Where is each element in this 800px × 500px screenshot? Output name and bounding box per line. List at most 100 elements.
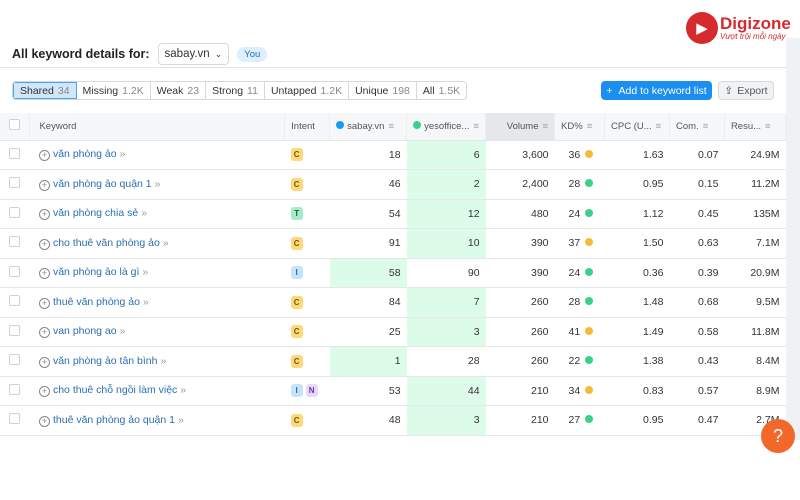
row-select — [0, 346, 30, 377]
add-circle-icon[interactable]: + — [38, 386, 50, 398]
keyword-link[interactable]: van phong ao — [53, 325, 117, 337]
add-to-keyword-list-button[interactable]: + Add to keyword list — [601, 81, 712, 100]
add-circle-icon[interactable]: + — [38, 415, 50, 427]
col-cpc[interactable]: CPC (U... ≡ — [604, 113, 670, 141]
add-circle-icon[interactable]: + — [38, 268, 50, 280]
row-checkbox[interactable] — [9, 295, 21, 307]
scrollbar-track[interactable] — [786, 38, 800, 440]
keyword-link[interactable]: cho thuê chỗ ngồi làm việc — [53, 384, 177, 396]
results-cell: 7.1M — [724, 228, 786, 259]
tab-unique[interactable]: Unique 198 — [349, 82, 417, 99]
add-circle-icon[interactable]: + — [38, 297, 50, 309]
results-cell: 11.8M — [724, 317, 786, 347]
intent-cell: C — [284, 140, 330, 170]
tab-strong[interactable]: Strong 11 — [206, 82, 265, 99]
row-checkbox[interactable] — [9, 177, 21, 189]
chevron-double-right-icon[interactable]: » — [143, 296, 149, 308]
sabay-position: 25 — [329, 317, 407, 347]
intent-badge: C — [290, 177, 303, 191]
row-checkbox[interactable] — [9, 354, 21, 366]
chevron-double-right-icon[interactable]: » — [120, 148, 126, 160]
chevron-double-right-icon[interactable]: » — [180, 384, 186, 396]
tab-count: 1.2K — [122, 84, 144, 97]
chevron-double-right-icon[interactable]: » — [163, 237, 169, 249]
tab-shared[interactable]: Shared 34 — [13, 82, 77, 99]
yesoffice-position: 44 — [406, 376, 486, 406]
kd-dot-icon — [585, 297, 594, 306]
chevron-double-right-icon[interactable]: » — [142, 266, 148, 278]
row-checkbox[interactable] — [9, 265, 21, 277]
row-checkbox[interactable] — [9, 413, 21, 425]
tab-missing[interactable]: Missing 1.2K — [77, 82, 151, 99]
chevron-double-right-icon[interactable]: » — [120, 325, 126, 337]
row-select — [0, 287, 30, 318]
col-volume[interactable]: Volume ≡ — [485, 113, 556, 141]
chevron-double-right-icon[interactable]: » — [141, 207, 147, 219]
keyword-link[interactable]: cho thuê văn phòng ảo — [53, 237, 160, 249]
volume-cell: 390 — [485, 228, 555, 259]
row-checkbox[interactable] — [9, 236, 21, 248]
col-com[interactable]: Com. ≡ — [669, 113, 725, 141]
kd-cell: 27 — [554, 405, 605, 436]
sort-icon: ≡ — [542, 120, 549, 132]
col-sabay[interactable]: sabay.vn ≡ — [329, 113, 408, 141]
tab-weak[interactable]: Weak 23 — [151, 82, 207, 99]
sabay-position: 84 — [329, 287, 407, 318]
keyword-link[interactable]: văn phòng chia sẻ — [53, 207, 138, 219]
digizone-logo: ▶ Digizone Vượt trội mỗi ngày — [686, 12, 791, 44]
com-cell: 0.58 — [669, 317, 725, 347]
col-keyword[interactable]: Keyword — [29, 113, 286, 141]
row-checkbox[interactable] — [9, 206, 21, 218]
volume-cell: 260 — [485, 287, 555, 318]
row-checkbox[interactable] — [9, 147, 21, 159]
cpc-cell: 0.95 — [604, 169, 670, 200]
table-row: + cho thuê văn phòng ảo» C 91 10 390 37 1… — [0, 228, 786, 259]
keyword-link[interactable]: văn phòng ảo tân bình — [53, 355, 158, 367]
col-kd[interactable]: KD% ≡ — [554, 113, 605, 141]
keyword-link[interactable]: thuê văn phòng ảo quận 1 — [53, 414, 175, 426]
table-row: + văn phòng ảo là gì» I 58 90 390 24 0.36… — [0, 258, 786, 288]
add-circle-icon[interactable]: + — [38, 327, 50, 339]
select-all-header — [0, 113, 31, 141]
row-checkbox[interactable] — [9, 383, 21, 395]
table-row: + cho thuê chỗ ngồi làm việc» IN 53 44 21… — [0, 376, 786, 406]
com-cell: 0.07 — [669, 140, 725, 170]
select-all-checkbox[interactable] — [9, 119, 21, 131]
row-checkbox[interactable] — [9, 324, 21, 336]
domain-select[interactable]: sabay.vn ⌄ — [157, 43, 230, 65]
tab-count: 198 — [392, 84, 410, 97]
keyword-link[interactable]: văn phòng ảo quận 1 — [53, 178, 152, 190]
yesoffice-position: 12 — [406, 199, 486, 229]
row-select — [0, 140, 30, 170]
kd-value: 37 — [568, 237, 581, 250]
keyword-link[interactable]: văn phòng ảo là gì — [53, 266, 139, 278]
add-circle-icon[interactable]: + — [38, 209, 50, 221]
keyword-link[interactable]: văn phòng ảo — [53, 148, 117, 160]
tab-untapped[interactable]: Untapped 1.2K — [265, 82, 350, 99]
col-results[interactable]: Resu... ≡ — [724, 113, 787, 141]
table-row: + van phong ao» C 25 3 260 41 1.49 0.58 1… — [0, 317, 786, 347]
chevron-double-right-icon[interactable]: » — [178, 414, 184, 426]
kd-dot-icon — [585, 326, 594, 335]
kd-value: 24 — [568, 207, 581, 220]
kd-value: 22 — [568, 355, 581, 368]
add-circle-icon[interactable]: + — [38, 238, 50, 250]
kd-dot-icon — [585, 385, 594, 394]
kd-dot-icon — [585, 149, 594, 158]
sort-icon: ≡ — [388, 120, 395, 132]
chevron-double-right-icon[interactable]: » — [160, 355, 166, 367]
yesoffice-position: 7 — [406, 287, 486, 318]
yesoffice-position: 10 — [406, 228, 486, 259]
add-circle-icon[interactable]: + — [38, 150, 50, 162]
keyword-cell: + văn phòng ảo tân bình» — [29, 346, 285, 377]
col-yesoffice[interactable]: yesoffice... ≡ — [406, 113, 487, 141]
tab-all[interactable]: All 1.5K — [417, 82, 466, 99]
add-circle-icon[interactable]: + — [38, 179, 50, 191]
tab-count: 34 — [57, 84, 70, 97]
chevron-double-right-icon[interactable]: » — [155, 178, 161, 190]
help-button[interactable]: ? — [761, 419, 795, 453]
add-circle-icon[interactable]: + — [38, 356, 50, 368]
keyword-link[interactable]: thuê văn phòng ảo — [53, 296, 140, 308]
tab-count: 23 — [187, 84, 200, 97]
export-button[interactable]: ⇪ Export — [718, 81, 774, 100]
